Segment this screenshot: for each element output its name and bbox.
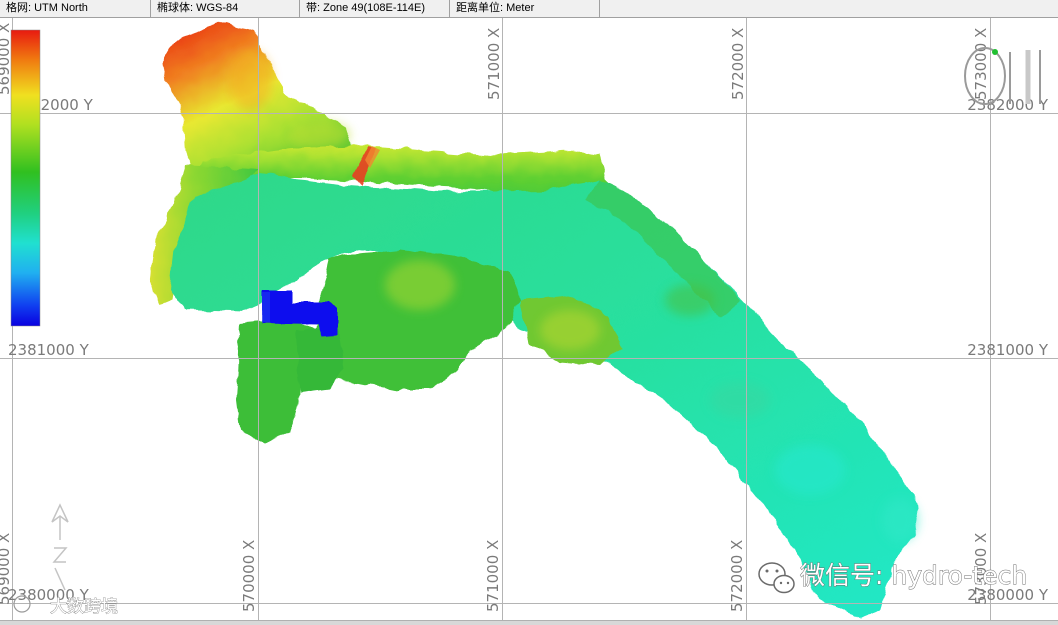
grid-label-y-2381000-right: 2381000 Y bbox=[967, 341, 1049, 359]
map-view[interactable]: 2382000 Y 2382000 Y 2381000 Y 2381000 Y … bbox=[0, 18, 1058, 620]
color-scale-legend bbox=[10, 29, 41, 327]
status-grid: 格网: UTM North bbox=[0, 0, 151, 17]
window-bottom-border bbox=[0, 620, 1058, 625]
status-distance-unit: 距离单位: Meter bbox=[450, 0, 600, 17]
wechat-watermark-text: 微信号: hydro-tech bbox=[800, 561, 1027, 590]
status-bar: 格网: UTM North 椭球体: WGS-84 带: Zone 49(108… bbox=[0, 0, 1058, 18]
grid-label-x-573000-top: 573000 X bbox=[972, 28, 990, 100]
status-zone: 带: Zone 49(108E-114E) bbox=[300, 0, 450, 17]
grid-label-x-570000-bottom: 570000 X bbox=[240, 540, 258, 612]
grid-label-x-572000-top: 572000 X bbox=[729, 28, 747, 100]
bottom-left-watermark-text: 大数跨境 bbox=[50, 597, 118, 617]
map-canvas[interactable]: 2382000 Y 2382000 Y 2381000 Y 2381000 Y … bbox=[0, 18, 1058, 620]
application-window: 格网: UTM North 椭球体: WGS-84 带: Zone 49(108… bbox=[0, 0, 1058, 625]
grid-label-x-571000-bottom: 571000 X bbox=[484, 540, 502, 612]
grid-label-x-569000-bottom: 569000 X bbox=[0, 533, 13, 605]
north-arrow-icon bbox=[51, 503, 69, 591]
grid-label-y-2381000-left: 2381000 Y bbox=[8, 341, 90, 359]
status-ellipsoid: 椭球体: WGS-84 bbox=[151, 0, 300, 17]
wechat-watermark: 微信号: hydro-tech bbox=[758, 561, 1028, 594]
grid-label-x-572000-bottom: 572000 X bbox=[728, 540, 746, 612]
grid-label-x-571000-top: 571000 X bbox=[485, 28, 503, 100]
bathymetry-surface bbox=[150, 22, 918, 618]
wechat-icon bbox=[758, 562, 795, 594]
